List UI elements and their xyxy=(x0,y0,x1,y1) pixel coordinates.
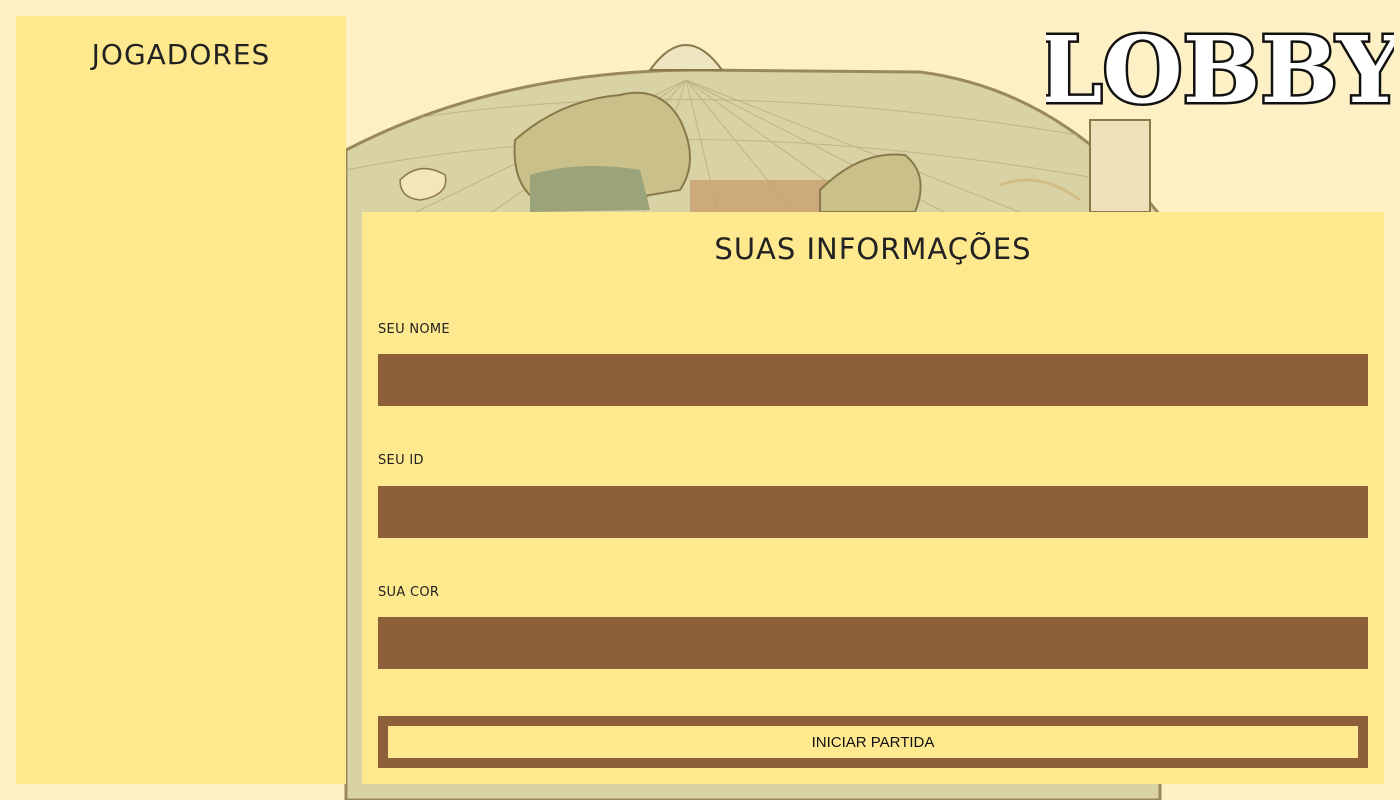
id-input[interactable] xyxy=(378,486,1368,538)
players-title: JOGADORES xyxy=(91,38,271,71)
name-input[interactable] xyxy=(378,354,1368,406)
name-label: SEU NOME xyxy=(378,322,450,337)
lobby-logo-text: LOBBY xyxy=(1046,22,1394,114)
lobby-logo: LOBBY xyxy=(1046,22,1394,114)
color-label: SUA COR xyxy=(378,585,440,600)
start-game-button[interactable]: INICIAR PARTIDA xyxy=(378,716,1368,768)
color-input[interactable] xyxy=(378,617,1368,669)
info-title: SUAS INFORMAÇÕES xyxy=(714,232,1032,266)
id-label: SEU ID xyxy=(378,453,424,468)
players-panel: JOGADORES xyxy=(16,16,346,784)
info-panel: SUAS INFORMAÇÕES SEU NOME SEU ID SUA COR… xyxy=(362,212,1384,784)
